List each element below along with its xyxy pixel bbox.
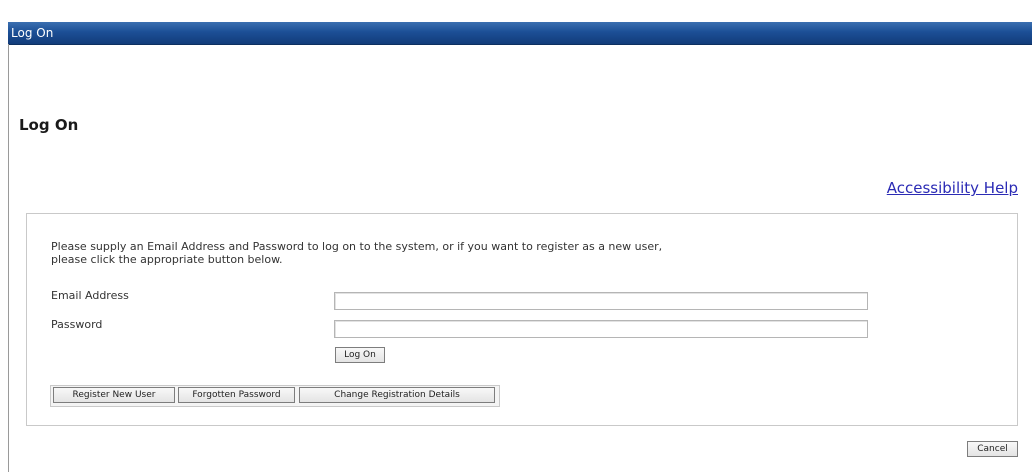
password-field[interactable] (334, 320, 868, 338)
email-field[interactable] (334, 292, 868, 310)
instructions-line-2: please click the appropriate button belo… (51, 253, 283, 266)
register-new-user-button[interactable]: Register New User (53, 387, 175, 403)
instructions-line-1: Please supply an Email Address and Passw… (51, 240, 663, 253)
log-on-button[interactable]: Log On (335, 347, 385, 363)
password-label: Password (51, 318, 103, 331)
action-button-group: Register New User Forgotten Password Cha… (50, 385, 500, 407)
email-label: Email Address (51, 289, 129, 302)
window-left-border (8, 44, 9, 472)
logon-window: Log On Log On Accessibility Help Please … (0, 0, 1032, 472)
accessibility-help-link[interactable]: Accessibility Help (887, 179, 1018, 197)
instructions-text: Please supply an Email Address and Passw… (51, 240, 891, 266)
cancel-button[interactable]: Cancel (967, 441, 1018, 457)
change-registration-details-button[interactable]: Change Registration Details (299, 387, 495, 403)
window-title: Log On (11, 26, 54, 40)
logon-panel: Please supply an Email Address and Passw… (26, 213, 1018, 426)
page-title: Log On (19, 116, 79, 134)
forgotten-password-button[interactable]: Forgotten Password (178, 387, 295, 403)
title-bar: Log On (8, 22, 1032, 45)
